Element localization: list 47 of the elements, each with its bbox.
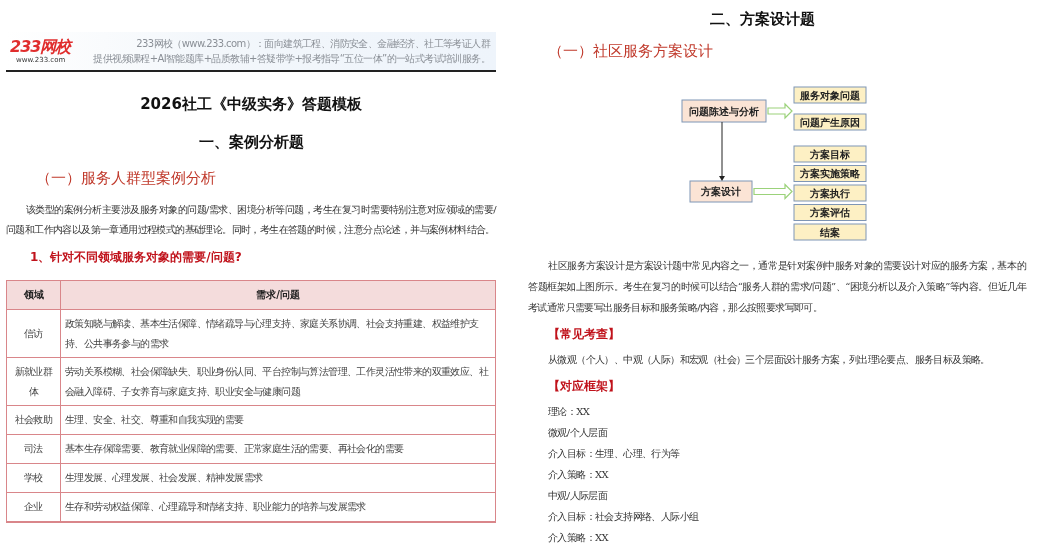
table-cell: 学校 [7, 464, 61, 493]
table-cell: 信访 [7, 310, 61, 358]
table-cell: 生存和劳动权益保障、心理疏导和情绪支持、职业能力的培养与发展需求 [61, 493, 495, 522]
diagram-node: 方案实施策略 [793, 165, 867, 182]
diagram-node: 方案评估 [793, 204, 867, 221]
column-header: 领域 [7, 281, 61, 310]
diagram-node: 方案目标 [793, 145, 867, 163]
column-header: 需求/问题 [61, 281, 495, 310]
framework-line: 介入策略：XX [547, 468, 610, 482]
header-text: 提供视频课程+AI智能题库+品质教辅+答疑带学+报考指导“五位一体”的一站式考试培训服务。 [93, 52, 490, 66]
diagram-node: 问题产生原因 [793, 113, 867, 131]
question-heading: 1、针对不同领域服务对象的需要/问题? [29, 249, 243, 266]
section-label: 【常见考查】 [547, 326, 621, 343]
paragraph: 该类型的案例分析主要涉及服务对象的问题/需求、困境分析等问题，考生在复习时需要特别注意对应领域的需要/问题和工作内容以及第一章通用过程模式的基础理论。同时，考生在答题的时候，注意分点论述，并与案例材料结合。 [6, 203, 496, 237]
table-cell: 生理发展、心理发展、社会发展、精神发展需求 [61, 464, 495, 493]
framework-line: 介入目标：社会支持网络、人际小组 [547, 510, 700, 524]
table-cell: 司法 [7, 435, 61, 464]
paragraph: 从微观（个人）、中观（人际）和宏观（社会）三个层面设计服务方案，列出理论要点、服务目标及策略。 [547, 353, 991, 367]
diagram-node: 方案执行 [793, 184, 867, 202]
subsection-heading: （一）服务人群型案例分析 [35, 168, 217, 189]
table-cell: 政策知晓与解读、基本生活保障、情绪疏导与心理支持、家庭关系协调、社会支持重建、权益维护支持、公共事务参与的需求 [61, 310, 495, 358]
section-heading: 一、案例分析题 [197, 132, 305, 153]
diagram-node: 问题陈述与分析 [681, 99, 767, 123]
table-cell: 新就业群体 [7, 358, 61, 406]
document-title: 2026社工《中级实务》答题模板 [139, 94, 363, 115]
subsection-heading: （一）社区服务方案设计 [547, 41, 714, 62]
table-cell: 基本生存保障需要、教育就业保障的需要、正常家庭生活的需要、再社会化的需要 [61, 435, 495, 464]
table-cell: 生理、安全、社交、尊重和自我实现的需要 [61, 406, 495, 435]
framework-line: 中观/人际层面 [547, 489, 609, 503]
connector-arrow [719, 121, 725, 181]
framework-line: 介入目标：生理、心理、行为等 [547, 447, 681, 461]
table-cell: 社会救助 [7, 406, 61, 435]
section-heading: 二、方案设计题 [708, 9, 816, 30]
paragraph: 社区服务方案设计是方案设计题中常见内容之一，通常是针对案例中服务对象的需要设计对应的服务方案，基本的答题框架如上图所示。考生在复习的时候可以结合“服务人群的需求/问题”、“困境分析以及介入策略”等内容。但近几年考试通常只需要写出服务目标和服务策略/内容，那么按照要求写即可。 [528, 259, 1026, 315]
arrow-icon [753, 183, 793, 200]
section-label: 【对应框架】 [547, 378, 621, 395]
framework-line: 微观/个人层面 [547, 426, 609, 440]
table-cell: 企业 [7, 493, 61, 522]
diagram-node: 服务对象问题 [793, 86, 867, 104]
arrow-icon [767, 102, 793, 120]
diagram-node: 结案 [793, 223, 867, 241]
framework-line: 理论：XX [547, 405, 591, 419]
framework-line: 介入策略：XX [547, 531, 610, 545]
header-text: 233网校（www.233.com）：面向建筑工程、消防安全、金融经济、社工等考证人群 [136, 37, 490, 51]
logo: 233网校 [10, 37, 71, 56]
diagram-node: 方案设计 [689, 180, 753, 203]
table-cell: 劳动关系模糊、社会保障缺失、职业身份认同、平台控制与算法管理、工作灵活性带来的双重效应、社会融入障碍、子女养育与家庭支持、职业安全与健康问题 [61, 358, 495, 406]
